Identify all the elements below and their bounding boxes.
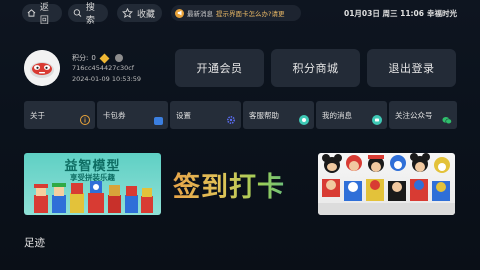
gear-icon xyxy=(226,115,236,125)
favorites-button[interactable]: 收藏 xyxy=(117,4,162,22)
avatar[interactable] xyxy=(24,50,60,86)
menu-item-about[interactable]: 关于 xyxy=(24,101,95,129)
coin-icon xyxy=(114,54,123,62)
back-label: 返回 xyxy=(39,3,49,26)
news-text: 提示界面卡怎么办?请更 xyxy=(216,10,285,18)
points-row: 积分: 0 xyxy=(72,53,123,63)
menu-item-card-wallet[interactable]: 卡包券 xyxy=(97,101,168,129)
brand-name: 幸福时光 xyxy=(427,9,457,18)
sign-in-checkin-button[interactable]: 签到打卡 xyxy=(173,165,308,203)
news-ticker[interactable]: 最新消息 提示界面卡怎么办?请更 xyxy=(171,5,301,21)
top-bar: 返回 搜索 收藏 最新消息 提示界面卡怎么办?请更 01月03日 周三 11:0… xyxy=(0,0,480,26)
search-button[interactable]: 搜索 xyxy=(68,3,108,26)
menu-item-label: 设置 xyxy=(176,111,191,120)
menu-item-label: 关注公众号 xyxy=(395,111,433,120)
info-icon xyxy=(80,115,90,125)
menu-item-label: 卡包券 xyxy=(103,111,126,120)
toy-figures-illustration xyxy=(318,153,455,215)
diamond-icon xyxy=(99,53,110,63)
coupon-icon xyxy=(154,117,163,125)
news-label: 最新消息 xyxy=(187,10,213,18)
menu-item-label: 我的消息 xyxy=(322,111,352,120)
menu-item-label: 客服帮助 xyxy=(249,111,279,120)
toy-collection-banner[interactable] xyxy=(318,153,455,215)
menu-item-customer-help[interactable]: 客服帮助 xyxy=(243,101,314,129)
favorites-label: 收藏 xyxy=(137,9,156,20)
toy-figures-illustration xyxy=(34,181,153,213)
star-icon xyxy=(122,8,133,18)
message-icon xyxy=(372,115,382,125)
wechat-icon xyxy=(442,115,452,125)
home-icon xyxy=(27,9,36,17)
date-time: 01月03日 周三 11:06 xyxy=(344,9,424,18)
headset-icon xyxy=(299,115,309,125)
search-icon xyxy=(73,9,82,17)
points-value: 0 xyxy=(91,54,96,62)
menu-item-my-messages[interactable]: 我的消息 xyxy=(316,101,387,129)
menu-item-follow-account[interactable]: 关注公众号 xyxy=(389,101,457,129)
search-label: 搜索 xyxy=(85,3,95,26)
back-button[interactable]: 返回 xyxy=(22,3,62,26)
points-label: 积分: xyxy=(72,54,89,62)
logout-button[interactable]: 退出登录 xyxy=(367,49,456,87)
puzzle-model-banner[interactable]: 益智模型 享受拼装乐趣 xyxy=(24,153,161,215)
points-mall-button[interactable]: 积分商城 xyxy=(271,49,360,87)
megaphone-icon xyxy=(175,8,184,18)
menu-item-settings[interactable]: 设置 xyxy=(170,101,241,129)
footprint-section-title: 足迹 xyxy=(24,237,45,249)
open-vip-button[interactable]: 开通会员 xyxy=(175,49,264,87)
user-id: 716cc454427c30cf xyxy=(72,64,135,72)
menu-item-label: 关于 xyxy=(30,111,45,120)
avatar-face-icon xyxy=(24,50,60,86)
login-timestamp: 2024-01-09 10:53:59 xyxy=(72,75,142,83)
